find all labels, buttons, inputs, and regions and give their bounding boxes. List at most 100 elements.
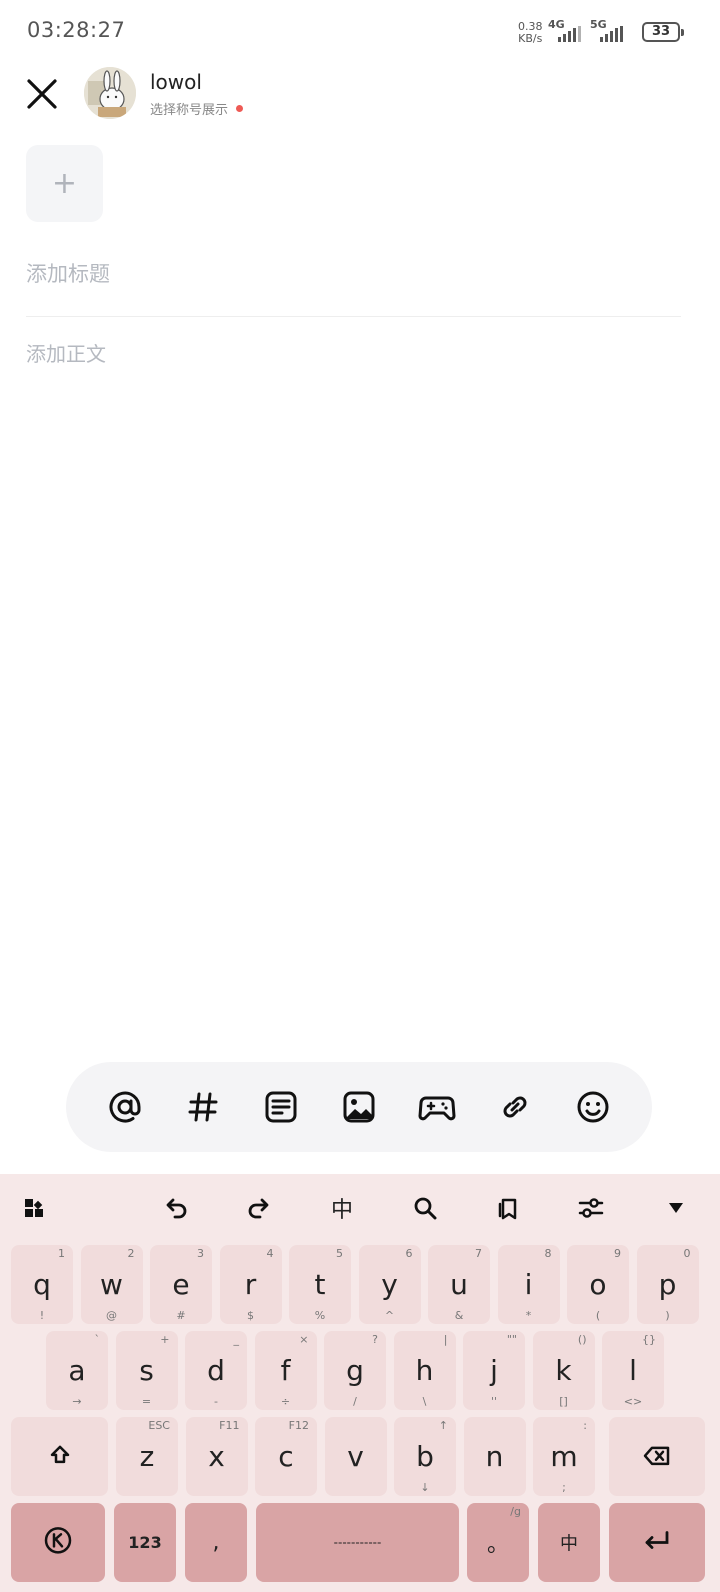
enter-key[interactable] xyxy=(609,1503,705,1582)
key-alt-bottom: ; xyxy=(562,1481,566,1494)
period-key[interactable]: /g 。 xyxy=(467,1503,529,1582)
key-alt-top: {} xyxy=(642,1333,656,1346)
chinese-key[interactable]: 中 xyxy=(538,1503,600,1582)
key-alt-top: 9 xyxy=(614,1247,621,1260)
comma-key[interactable]: , xyxy=(185,1503,247,1582)
triangle-down-icon xyxy=(669,1203,683,1213)
game-controller-icon xyxy=(418,1096,456,1121)
text-format-button[interactable] xyxy=(261,1087,301,1127)
image-button[interactable] xyxy=(339,1087,379,1127)
space-key-label: ----------- xyxy=(333,1535,382,1550)
key-b[interactable]: ↑ b ↓ xyxy=(394,1417,456,1496)
key-w[interactable]: 2 w @ xyxy=(80,1245,143,1324)
key-d[interactable]: _ d - xyxy=(185,1331,247,1410)
key-alt-top: 8 xyxy=(544,1247,552,1260)
key-c[interactable]: F12 c xyxy=(255,1417,317,1496)
plus-icon: + xyxy=(51,166,78,201)
avatar[interactable] xyxy=(84,67,136,119)
key-label: n xyxy=(485,1439,504,1473)
clipboard-button[interactable] xyxy=(484,1180,532,1236)
divider xyxy=(26,316,681,317)
key-label: e xyxy=(172,1267,190,1301)
body-input[interactable]: 添加正文 xyxy=(26,338,681,1018)
key-r[interactable]: 4 r $ xyxy=(219,1245,282,1324)
undo-icon xyxy=(166,1198,187,1219)
language-switch-key[interactable] xyxy=(11,1503,105,1582)
key-alt-top: F11 xyxy=(219,1419,240,1432)
key-i[interactable]: 8 i * xyxy=(497,1245,560,1324)
username: lowol xyxy=(150,70,202,94)
key-alt-top: () xyxy=(577,1333,587,1346)
key-alt-top: 1 xyxy=(58,1247,65,1260)
key-x[interactable]: F11 x xyxy=(185,1417,248,1496)
key-q[interactable]: 1 q! xyxy=(11,1245,73,1324)
key-l[interactable]: {} l <> xyxy=(602,1331,664,1410)
key-z[interactable]: ESC z xyxy=(116,1417,178,1496)
key-f[interactable]: × f ÷ xyxy=(254,1331,317,1410)
key-label: y xyxy=(381,1267,398,1301)
period-key-label: 。 xyxy=(486,1531,509,1557)
title-input[interactable]: 添加标题 xyxy=(26,258,681,310)
status-time: 03:28:27 xyxy=(27,18,126,42)
keyboard-menu-button[interactable] xyxy=(10,1180,58,1236)
grid-menu-icon xyxy=(25,1199,43,1217)
key-e[interactable]: 3 e # xyxy=(150,1245,212,1324)
image-icon xyxy=(343,1091,375,1123)
key-j[interactable]: "" j '' xyxy=(463,1331,525,1410)
key-s[interactable]: + s = xyxy=(115,1331,178,1410)
network-speed-unit: KB/s xyxy=(518,32,543,45)
key-label: t xyxy=(314,1267,326,1301)
key-alt-bottom: → xyxy=(72,1395,82,1408)
shift-key[interactable] xyxy=(11,1417,108,1496)
key-g[interactable]: ? g / xyxy=(324,1331,386,1410)
key-alt-top: × xyxy=(299,1333,309,1346)
add-media-button[interactable]: + xyxy=(26,145,103,222)
redo-button[interactable] xyxy=(235,1180,283,1236)
keyboard-toolbar: 中 xyxy=(0,1180,720,1236)
key-alt-top: ` xyxy=(94,1333,101,1346)
emoji-icon xyxy=(577,1091,609,1123)
key-a[interactable]: ` a → xyxy=(46,1331,108,1410)
hashtag-button[interactable] xyxy=(183,1087,223,1127)
close-button[interactable] xyxy=(24,76,60,112)
space-key[interactable]: ----------- xyxy=(256,1503,459,1582)
key-n[interactable]: n xyxy=(463,1417,526,1496)
backspace-key[interactable] xyxy=(609,1417,705,1496)
key-alt-bottom: / xyxy=(353,1395,357,1408)
key-v[interactable]: v xyxy=(324,1417,387,1496)
key-alt-top: 5 xyxy=(336,1247,343,1260)
key-k[interactable]: () k [] xyxy=(532,1331,595,1410)
key-u[interactable]: 7 u & xyxy=(428,1245,490,1324)
keyboard-settings-button[interactable] xyxy=(567,1180,615,1236)
key-label: o xyxy=(589,1267,607,1301)
game-button[interactable] xyxy=(417,1087,457,1127)
hide-keyboard-button[interactable] xyxy=(652,1180,700,1236)
numeric-key[interactable]: 123 xyxy=(114,1503,176,1582)
undo-button[interactable] xyxy=(152,1180,200,1236)
key-m[interactable]: : m; xyxy=(533,1417,595,1496)
key-t[interactable]: 5 t% xyxy=(289,1245,351,1324)
key-p[interactable]: 0 p) xyxy=(636,1245,699,1324)
red-dot-badge xyxy=(236,105,244,112)
key-alt-bottom: ÷ xyxy=(280,1395,291,1408)
key-alt-bottom: <> xyxy=(623,1395,643,1408)
key-alt-bottom: '' xyxy=(490,1395,498,1408)
chinese-key-label: 中 xyxy=(560,1532,578,1554)
link-button[interactable] xyxy=(495,1087,535,1127)
sliders-icon xyxy=(578,1198,604,1218)
key-alt-top: + xyxy=(160,1333,170,1346)
key-label: b xyxy=(416,1439,434,1473)
mention-button[interactable] xyxy=(105,1087,145,1127)
keyboard-search-button[interactable] xyxy=(401,1180,449,1236)
chinese-mode-button[interactable]: 中 xyxy=(318,1180,366,1236)
rabbit-avatar-icon xyxy=(84,67,136,119)
nickname-selector[interactable]: 选择称号展示 xyxy=(150,99,244,118)
key-o[interactable]: 9 o ( xyxy=(567,1245,629,1324)
key-y[interactable]: 6 y ^ xyxy=(358,1245,421,1324)
network-speed: 0.38 KB/s xyxy=(518,21,543,45)
key-alt-top: "" xyxy=(506,1333,517,1346)
emoji-button[interactable] xyxy=(573,1087,613,1127)
key-h[interactable]: | h \ xyxy=(393,1331,456,1410)
key-alt-bottom: ) xyxy=(665,1309,670,1322)
key-label: j xyxy=(490,1353,498,1387)
